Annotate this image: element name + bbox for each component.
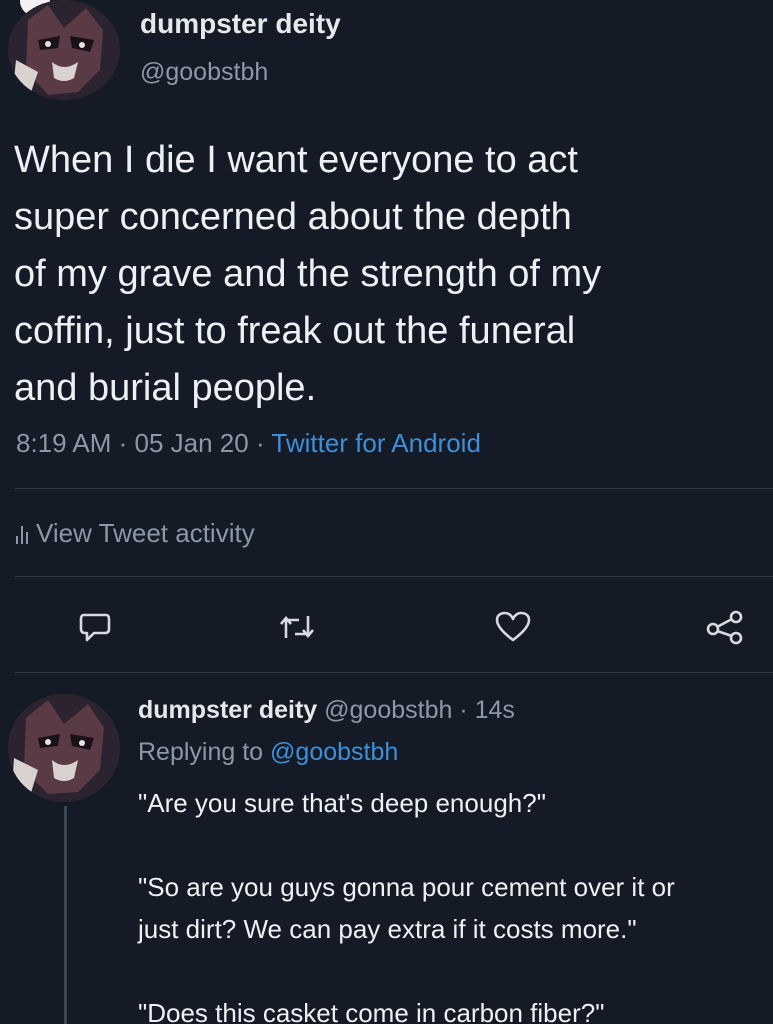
divider (14, 576, 773, 577)
replying-to: Replying to @goobstbh (138, 738, 398, 767)
replying-mention[interactable]: @goobstbh (270, 738, 398, 766)
tweet-source[interactable]: Twitter for Android (271, 428, 481, 458)
reply-avatar[interactable] (8, 694, 120, 802)
retweet-icon (280, 615, 314, 639)
meta-separator: · (111, 428, 135, 458)
share-icon (706, 610, 743, 645)
reply-button[interactable] (70, 602, 120, 652)
avatar-image (8, 694, 120, 802)
divider (14, 488, 773, 489)
share-button[interactable] (700, 602, 750, 652)
author-handle[interactable]: @goobstbh (140, 58, 268, 87)
retweet-button[interactable] (272, 602, 322, 652)
like-button[interactable] (488, 602, 538, 652)
reply-author-handle[interactable]: @goobstbh (317, 696, 452, 724)
tweet-actions (0, 602, 773, 652)
replying-prefix: Replying to (138, 738, 271, 766)
reply-time[interactable]: · 14s (452, 696, 515, 724)
heart-icon (495, 611, 531, 642)
avatar-image (8, 0, 120, 100)
avatar[interactable] (8, 0, 120, 100)
reply-text: "Are you sure that's deep enough?" "So a… (138, 788, 675, 1024)
thread-connector-line (64, 806, 67, 1024)
speech-bubble-icon (79, 613, 111, 642)
divider (14, 672, 773, 673)
tweet-text: When I die I want everyone to act super … (14, 139, 602, 409)
reply-author-name[interactable]: dumpster deity (138, 696, 317, 724)
tweet-time[interactable]: 8:19 AM (16, 428, 111, 458)
tweet-date[interactable]: 05 Jan 20 (135, 428, 249, 458)
bar-chart-icon (16, 524, 28, 544)
reply-header: dumpster deity @goobstbh · 14s (138, 696, 515, 725)
view-tweet-activity-link[interactable]: View Tweet activity (16, 518, 255, 549)
meta-separator: · (248, 428, 272, 458)
activity-label: View Tweet activity (36, 518, 255, 548)
tweet-meta: 8:19 AM · 05 Jan 20 · Twitter for Androi… (16, 428, 481, 459)
author-name[interactable]: dumpster deity (140, 8, 341, 40)
